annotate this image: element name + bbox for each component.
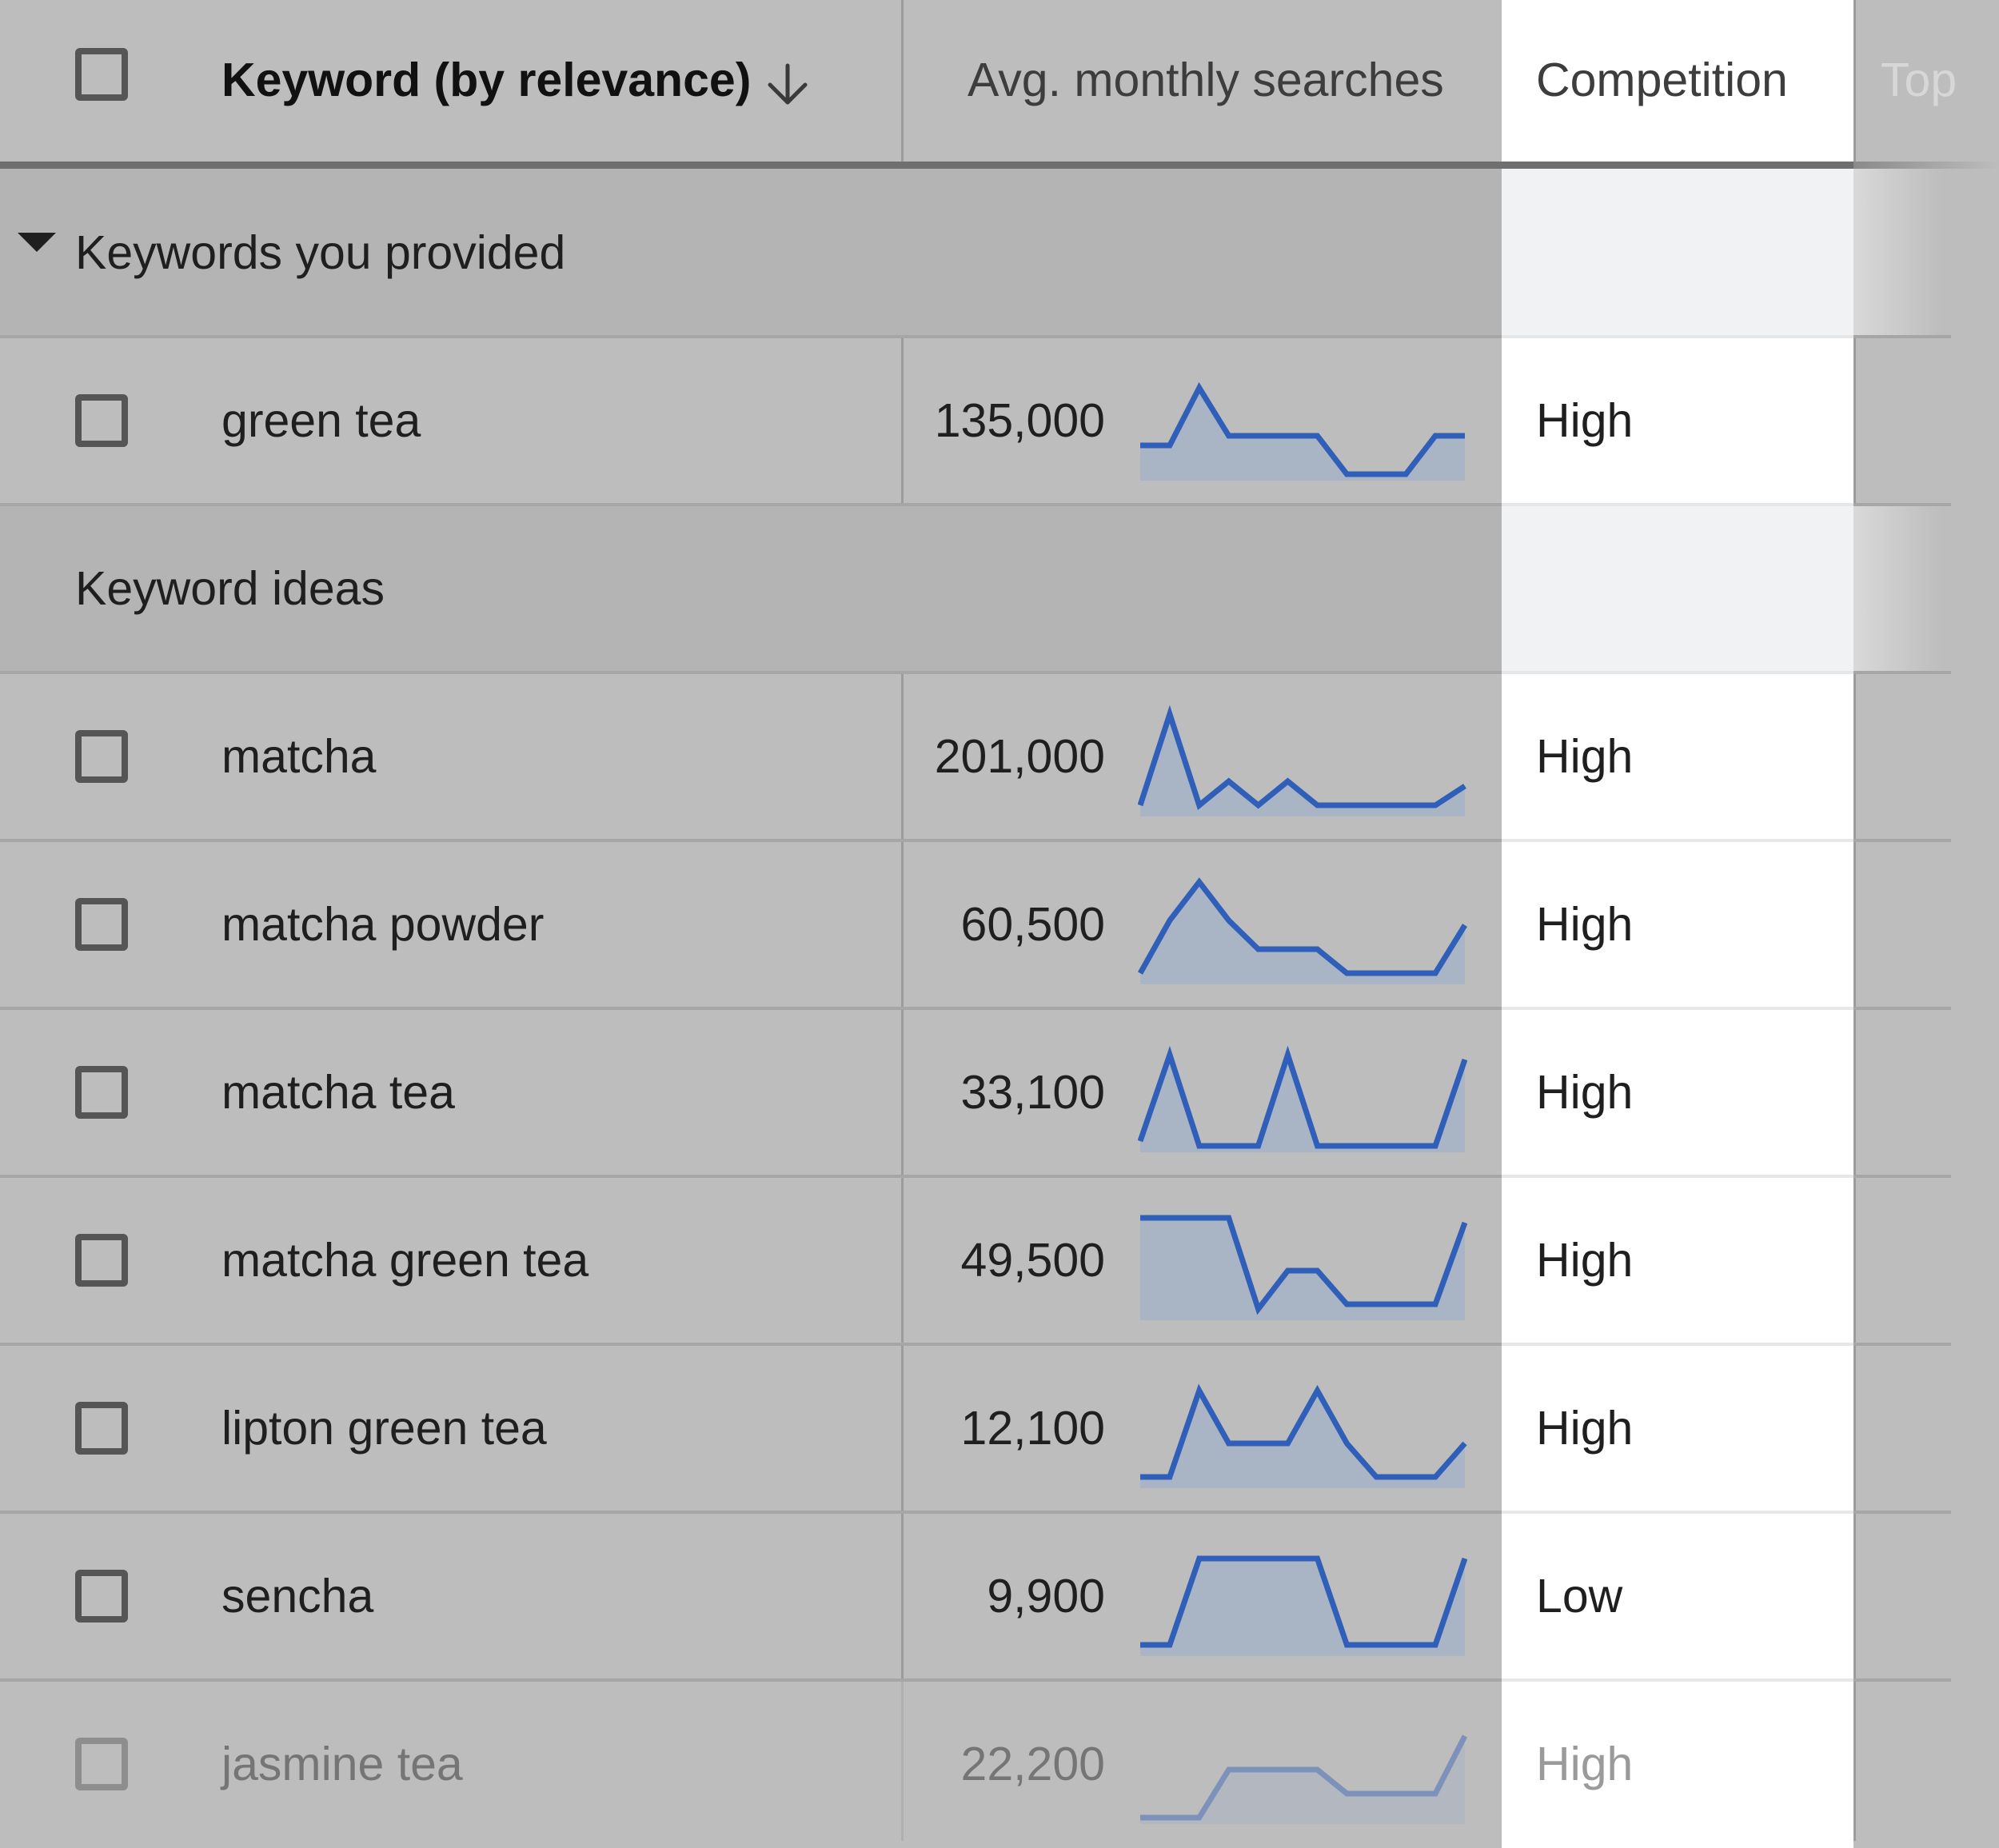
table-row[interactable]: matcha green tea 49,500 High — [0, 1176, 1999, 1344]
competition-value: High — [1536, 1738, 1634, 1790]
header-divider — [0, 162, 1919, 169]
row-divider — [1502, 1511, 1853, 1514]
group-header-provided[interactable]: Keywords you provided — [0, 169, 1502, 337]
column-divider — [1853, 840, 1856, 1008]
keyword-column-header[interactable]: Keyword (by relevance) — [221, 52, 751, 108]
table-row[interactable]: lipton green tea 12,100 High — [0, 1344, 1999, 1512]
competition-value: High — [1536, 1066, 1634, 1119]
group-label: Keyword ideas — [75, 562, 385, 615]
group-competition-cell — [1502, 169, 1853, 337]
column-divider — [1853, 1176, 1856, 1344]
trend-sparkline — [1140, 381, 1465, 481]
row-divider — [1502, 503, 1853, 506]
column-divider — [901, 840, 904, 1008]
arrow-down-icon[interactable] — [764, 61, 812, 109]
row-checkbox[interactable] — [75, 394, 128, 447]
select-all-checkbox[interactable] — [75, 48, 128, 101]
searches-value: 9,900 — [987, 1570, 1105, 1622]
sparkline-area — [1140, 1559, 1465, 1656]
row-checkbox[interactable] — [75, 1402, 128, 1455]
competition-value: High — [1536, 898, 1634, 951]
competition-value: High — [1536, 394, 1634, 447]
searches-value: 49,500 — [960, 1234, 1105, 1287]
row-checkbox[interactable] — [75, 730, 128, 783]
sparkline-area — [1140, 1391, 1465, 1488]
column-divider — [1853, 1512, 1856, 1680]
keyword-text: lipton green tea — [221, 1402, 547, 1455]
column-divider — [1853, 1008, 1856, 1176]
group-fade — [1853, 169, 1999, 337]
trend-sparkline — [1138, 1045, 1467, 1152]
row-divider — [1502, 839, 1853, 842]
searches-value: 22,200 — [960, 1738, 1105, 1790]
competition-column-header[interactable]: Competition — [1536, 52, 1788, 108]
row-divider — [1502, 671, 1853, 674]
row-divider — [1502, 1343, 1853, 1346]
competition-value: Low — [1536, 1570, 1623, 1622]
column-divider — [901, 673, 904, 840]
searches-value: 135,000 — [934, 394, 1105, 447]
column-divider — [1853, 337, 1856, 505]
keyword-text: sencha — [221, 1570, 374, 1622]
competition-value: High — [1536, 1402, 1634, 1455]
column-divider — [901, 1512, 904, 1680]
caret-down-icon[interactable] — [18, 233, 56, 252]
row-checkbox[interactable] — [75, 1570, 128, 1622]
column-divider — [901, 1680, 904, 1841]
keyword-text: jasmine tea — [221, 1738, 463, 1790]
column-divider — [901, 1008, 904, 1176]
top-column-header[interactable]: Top — [1881, 52, 1957, 108]
keyword-text: green tea — [221, 394, 421, 447]
trend-sparkline — [1140, 1215, 1467, 1320]
column-divider — [1853, 0, 1856, 164]
trend-sparkline — [1140, 1383, 1467, 1488]
competition-value: High — [1536, 730, 1634, 783]
keyword-text: matcha powder — [221, 898, 545, 951]
keyword-text: matcha green tea — [221, 1234, 589, 1287]
searches-column-header[interactable]: Avg. monthly searches — [968, 52, 1444, 108]
row-divider — [1502, 335, 1853, 338]
keyword-planner-table: Keyword (by relevance) Avg. monthly sear… — [0, 0, 1999, 1848]
row-checkbox[interactable] — [75, 1234, 128, 1287]
table-row[interactable]: green tea 135,000 High — [0, 337, 1999, 505]
row-divider — [1502, 1175, 1853, 1178]
table-row[interactable]: jasmine tea 22,200 High — [0, 1680, 1999, 1848]
column-divider — [901, 337, 904, 505]
column-divider — [1853, 1344, 1856, 1512]
trend-sparkline — [1140, 1555, 1467, 1656]
column-divider — [901, 0, 904, 164]
row-checkbox[interactable] — [75, 898, 128, 951]
row-checkbox[interactable] — [75, 1738, 128, 1790]
table-header: Keyword (by relevance) Avg. monthly sear… — [0, 0, 1999, 164]
trend-sparkline — [1138, 877, 1467, 984]
keyword-text: matcha — [221, 730, 377, 783]
group-competition-cell — [1502, 505, 1853, 673]
table-row[interactable]: matcha tea 33,100 High — [0, 1008, 1999, 1176]
searches-value: 12,100 — [960, 1402, 1105, 1455]
row-divider — [1502, 1678, 1853, 1682]
column-divider — [1853, 673, 1856, 840]
row-divider — [1502, 1007, 1853, 1010]
group-label: Keywords you provided — [75, 226, 566, 279]
searches-value: 201,000 — [934, 730, 1105, 783]
competition-value: High — [1536, 1234, 1634, 1287]
column-divider — [901, 1344, 904, 1512]
group-fade — [1853, 505, 1999, 673]
header-divider-fade — [1853, 162, 1999, 169]
column-divider — [901, 1176, 904, 1344]
searches-value: 60,500 — [960, 898, 1105, 951]
keyword-text: matcha tea — [221, 1066, 455, 1119]
sparkline-area — [1140, 1736, 1465, 1824]
trend-sparkline — [1140, 1734, 1467, 1824]
column-divider — [1853, 1680, 1856, 1841]
table-row[interactable]: matcha 201,000 High — [0, 673, 1999, 840]
group-header-ideas: Keyword ideas — [0, 505, 1502, 673]
trend-sparkline — [1138, 704, 1466, 816]
row-checkbox[interactable] — [75, 1066, 128, 1119]
searches-value: 33,100 — [960, 1066, 1105, 1119]
table-row[interactable]: sencha 9,900 Low — [0, 1512, 1999, 1680]
table-row[interactable]: matcha powder 60,500 High — [0, 840, 1999, 1008]
